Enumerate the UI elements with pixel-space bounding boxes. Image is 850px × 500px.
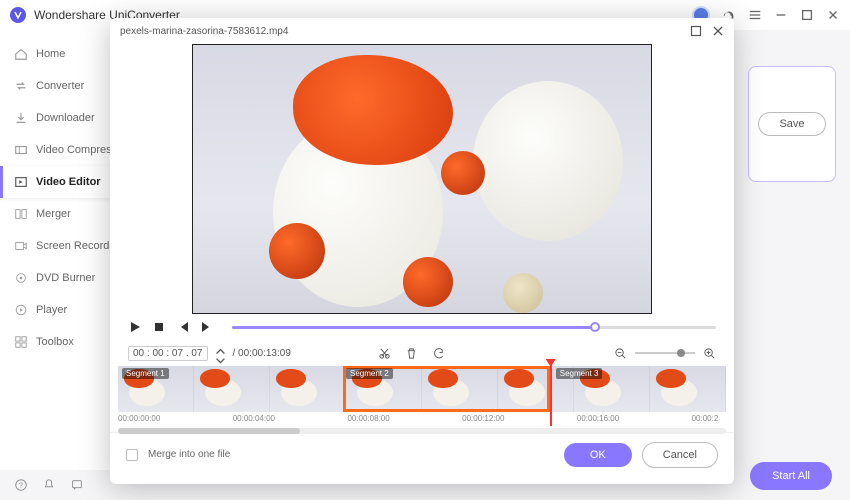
- sidebar-item-label: Home: [36, 48, 65, 60]
- bell-icon[interactable]: [42, 478, 56, 492]
- time-ruler: 00:00:00:00 00:00:04:00 00:00:08:00 00:0…: [118, 414, 726, 428]
- statusbar: ?: [0, 470, 98, 500]
- stop-icon[interactable]: [152, 320, 166, 334]
- player-icon: [14, 303, 28, 317]
- feedback-icon[interactable]: [70, 478, 84, 492]
- minimize-icon[interactable]: [774, 8, 788, 22]
- timeline-thumb[interactable]: [270, 366, 346, 412]
- save-panel: Save: [748, 66, 836, 182]
- app-logo: [10, 7, 26, 23]
- merge-checkbox[interactable]: [126, 449, 138, 461]
- dialog-maximize-icon[interactable]: [690, 25, 702, 37]
- toolbox-icon: [14, 335, 28, 349]
- playhead[interactable]: [550, 362, 552, 426]
- play-icon[interactable]: [128, 320, 142, 334]
- sidebar-item-label: Player: [36, 304, 67, 316]
- dialog-filename: pexels-marina-zasorina-7583612.mp4: [120, 26, 288, 37]
- redo-icon[interactable]: [432, 347, 445, 360]
- timeline-thumb[interactable]: [422, 366, 498, 412]
- prev-frame-icon[interactable]: [176, 320, 190, 334]
- sidebar-item-label: Toolbox: [36, 336, 74, 348]
- timecode-input[interactable]: 00 : 00 : 07 . 07: [128, 346, 208, 361]
- cut-icon[interactable]: [378, 347, 391, 360]
- editor-icon: [14, 175, 28, 189]
- sidebar-item-label: Merger: [36, 208, 71, 220]
- timeline-scrollbar[interactable]: [118, 428, 726, 434]
- svg-text:?: ?: [19, 483, 23, 490]
- sidebar-item-label: Downloader: [36, 112, 95, 124]
- close-icon[interactable]: [826, 8, 840, 22]
- sidebar-item-label: Screen Recorder: [36, 240, 119, 252]
- timeline[interactable]: Segment 1 Segment 2 Segment 3 00:00:00:0…: [110, 366, 734, 432]
- sidebar-item-label: Video Editor: [36, 176, 101, 188]
- merge-label: Merge into one file: [148, 449, 230, 460]
- download-icon: [14, 111, 28, 125]
- compress-icon: [14, 143, 28, 157]
- dialog-close-icon[interactable]: [712, 25, 724, 37]
- help-icon[interactable]: ?: [14, 478, 28, 492]
- video-preview[interactable]: [192, 44, 652, 314]
- home-icon: [14, 47, 28, 61]
- timeline-thumb[interactable]: [650, 366, 726, 412]
- timeline-thumb[interactable]: [194, 366, 270, 412]
- zoom-out-icon[interactable]: [614, 347, 627, 360]
- cancel-button[interactable]: Cancel: [642, 442, 718, 468]
- zoom-in-icon[interactable]: [703, 347, 716, 360]
- segment-label: Segment 2: [346, 368, 393, 379]
- trim-dialog: pexels-marina-zasorina-7583612.mp4 00 : …: [110, 18, 734, 484]
- maximize-icon[interactable]: [800, 8, 814, 22]
- segment-label: Segment 1: [122, 368, 169, 379]
- sidebar-item-label: DVD Burner: [36, 272, 95, 284]
- segment-label: Segment 3: [556, 368, 603, 379]
- zoom-slider[interactable]: [635, 352, 695, 354]
- duration-label: / 00:00:13:09: [233, 348, 291, 359]
- menu-icon[interactable]: [748, 8, 762, 22]
- recorder-icon: [14, 239, 28, 253]
- converter-icon: [14, 79, 28, 93]
- delete-icon[interactable]: [405, 347, 418, 360]
- save-button[interactable]: Save: [758, 112, 825, 136]
- start-all-button[interactable]: Start All: [750, 462, 832, 490]
- progress-slider[interactable]: [232, 326, 716, 329]
- next-frame-icon[interactable]: [200, 320, 214, 334]
- sidebar-item-label: Converter: [36, 80, 84, 92]
- merger-icon: [14, 207, 28, 221]
- dvd-icon: [14, 271, 28, 285]
- timecode-stepper-icon[interactable]: [214, 347, 227, 360]
- ok-button[interactable]: OK: [564, 443, 632, 467]
